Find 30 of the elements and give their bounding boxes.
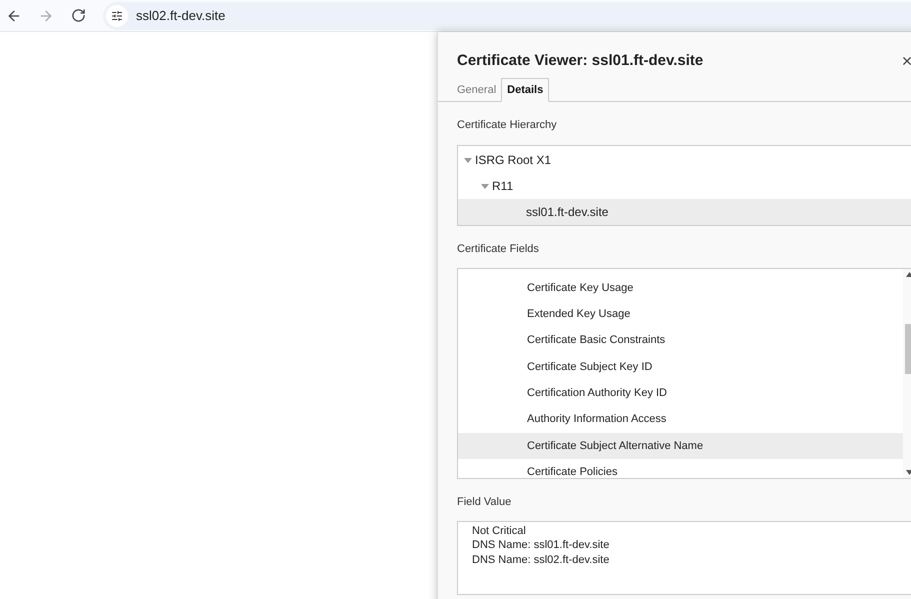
- field-item[interactable]: Certificate Policies: [458, 459, 903, 478]
- tree-item[interactable]: ssl01.ft-dev.site: [458, 198, 911, 224]
- url-text: ssl02.ft-dev.site: [136, 6, 226, 25]
- reload-icon[interactable]: [71, 8, 86, 23]
- back-icon[interactable]: [6, 8, 22, 24]
- dialog-title: Certificate Viewer: ssl01.ft-dev.site: [457, 50, 704, 71]
- field-item[interactable]: Certification Authority Key ID: [458, 380, 903, 406]
- field-item[interactable]: Certificate Subject Alternative Name: [458, 432, 903, 460]
- section-label: Certificate Hierarchy: [457, 118, 558, 133]
- field-value-line: DNS Name: ssl02.ft-dev.site: [472, 552, 610, 567]
- field-item[interactable]: Certificate Basic Constraints: [458, 328, 903, 354]
- field-item[interactable]: Authority Information Access: [458, 406, 903, 433]
- scroll-up-icon[interactable]: [906, 272, 911, 277]
- field-value-line: DNS Name: ssl01.ft-dev.site: [472, 538, 610, 552]
- tab[interactable]: General: [452, 78, 502, 102]
- section-label: Certificate Fields: [457, 242, 540, 256]
- tab[interactable]: Details: [501, 78, 550, 102]
- close-button[interactable]: ×: [899, 52, 911, 70]
- expand-triangle-icon[interactable]: [464, 156, 472, 164]
- field-item[interactable]: Certificate Subject Key ID: [458, 354, 903, 380]
- tree-item[interactable]: ISRG Root X1: [458, 146, 911, 172]
- field-value-line: Not Critical: [472, 524, 527, 538]
- site-settings-icon[interactable]: [111, 10, 123, 22]
- tree-item[interactable]: R11: [458, 172, 911, 198]
- expand-triangle-icon[interactable]: [481, 182, 489, 190]
- scroll-down-icon[interactable]: [906, 470, 911, 475]
- section-label: Field Value: [457, 495, 512, 510]
- field-item[interactable]: Extended Key Usage: [458, 301, 903, 328]
- address-bar[interactable]: ssl02.ft-dev.site: [103, 2, 911, 30]
- field-item[interactable]: Certificate Key Usage: [458, 275, 903, 302]
